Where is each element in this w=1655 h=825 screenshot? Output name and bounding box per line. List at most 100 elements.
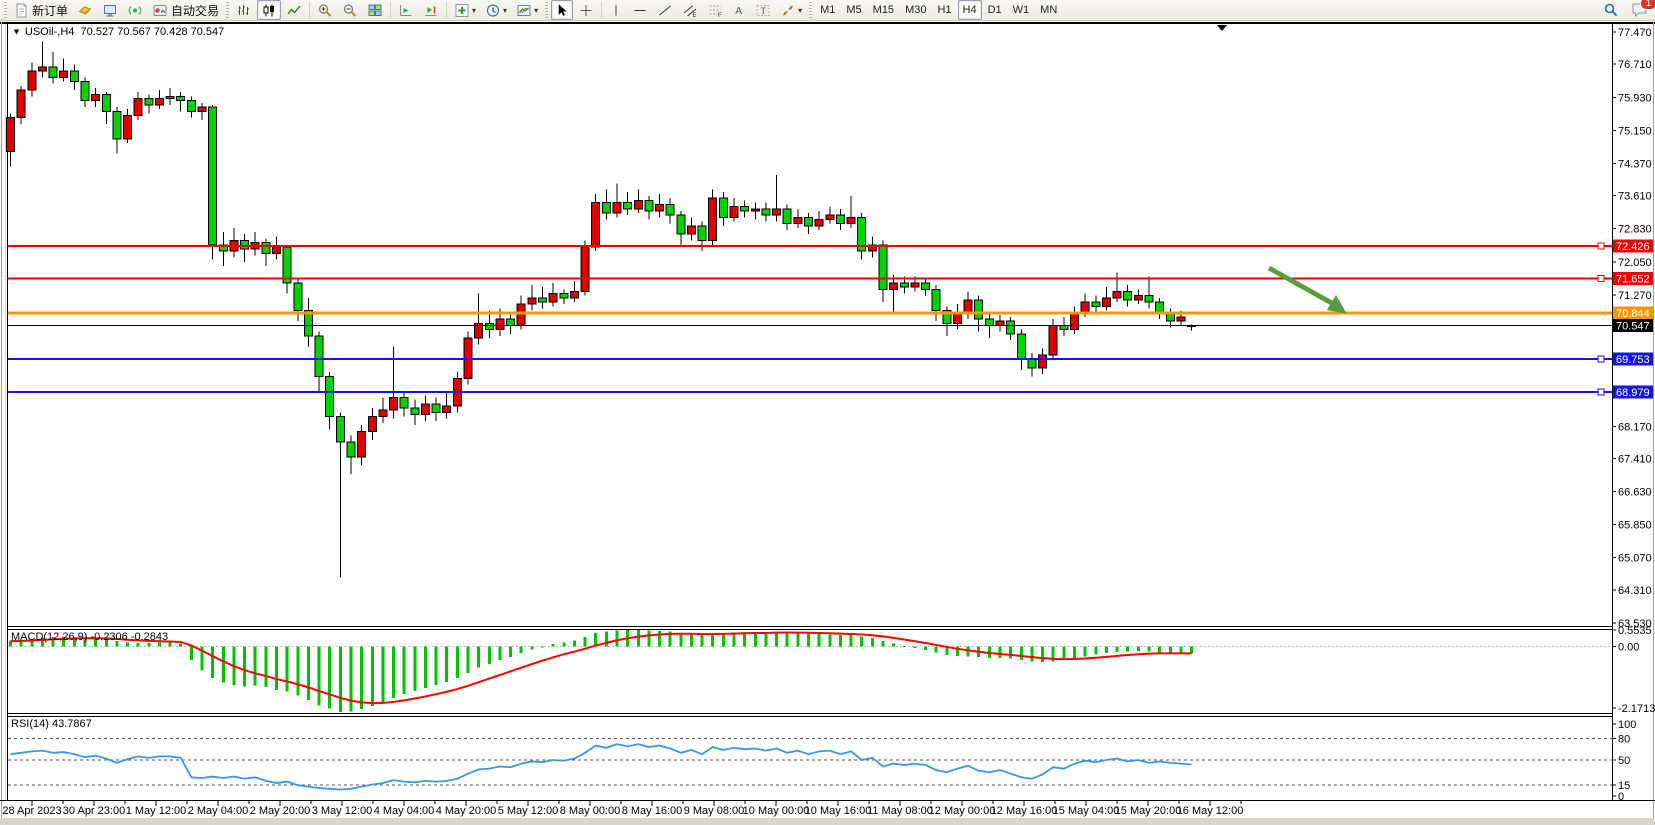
dropdown-triangle-icon[interactable]: ▼ — [12, 27, 21, 37]
horizontal-level-lines[interactable]: 72.42671.65270.84470.54769.75368.979 — [8, 239, 1653, 399]
rsi-indicator-label: RSI(14) 43.7867 — [11, 718, 92, 730]
new-order-label: 新订单 — [32, 2, 68, 19]
timeframe-label: W1 — [1013, 4, 1030, 16]
text-button[interactable]: A — [728, 0, 750, 20]
svg-text:76.710: 76.710 — [1618, 59, 1652, 71]
time-label: 30 Apr 23:00 — [63, 805, 125, 817]
line-handle[interactable] — [1598, 356, 1604, 362]
toolbar-separator — [309, 2, 310, 18]
price-tag-label: 69.753 — [1616, 354, 1650, 366]
price-tag-label: 68.979 — [1616, 387, 1650, 399]
autotrade-button[interactable]: 自动交易 — [148, 0, 223, 20]
horizontal-line-icon — [632, 3, 648, 18]
chart-shift-marker-icon[interactable] — [1217, 25, 1227, 31]
signals-button[interactable] — [123, 0, 147, 20]
time-label: 2 May 20:00 — [250, 805, 311, 817]
yellow-box-icon — [77, 3, 93, 18]
zoom-in-button[interactable] — [313, 0, 337, 20]
fibonacci-icon: F — [707, 3, 723, 18]
trend-arrow-annotation[interactable] — [1269, 268, 1347, 314]
arrows-button[interactable]: ▾ — [776, 0, 806, 20]
terminal-button[interactable] — [98, 0, 122, 20]
toolbar: 新订单 自动交易 — [0, 0, 1655, 21]
symbol-name: USOil-,H4 — [25, 26, 75, 38]
timeframe-m5-button[interactable]: M5 — [841, 0, 866, 20]
timeframe-m15-button[interactable]: M15 — [868, 0, 899, 20]
toolbar-grip[interactable] — [545, 2, 548, 18]
toolbar-grip[interactable] — [809, 2, 812, 18]
timeframe-m30-button[interactable]: M30 — [900, 0, 931, 20]
toolbar-separator — [446, 2, 447, 18]
crosshair-button[interactable] — [574, 0, 598, 20]
timeframe-h4-button[interactable]: H4 — [958, 0, 982, 20]
auto-scroll-button[interactable] — [394, 0, 418, 20]
clock-icon — [485, 3, 501, 18]
line-handle[interactable] — [1598, 243, 1604, 249]
time-label: 2 May 04:00 — [188, 805, 249, 817]
svg-text:A: A — [735, 6, 742, 17]
zoom-out-button[interactable] — [338, 0, 362, 20]
tile-windows-icon — [367, 3, 383, 18]
rsi-panel[interactable]: 1008050150 — [8, 719, 1636, 803]
templates-button[interactable]: ▾ — [512, 0, 542, 20]
svg-text:75.930: 75.930 — [1618, 92, 1652, 104]
timeframe-label: M5 — [846, 4, 861, 16]
time-label: 11 May 08:00 — [867, 805, 933, 817]
text-label-button[interactable]: T — [751, 0, 775, 20]
line-handle[interactable] — [1598, 276, 1604, 282]
timeframe-m1-button[interactable]: M1 — [815, 0, 840, 20]
search-button[interactable] — [1599, 0, 1623, 20]
svg-text:F: F — [718, 13, 722, 18]
time-label: 16 May 12:00 — [1177, 805, 1244, 817]
trendline-icon — [657, 3, 673, 18]
fibonacci-button[interactable]: F — [703, 0, 727, 20]
candlestick-chart-button[interactable] — [257, 0, 281, 20]
new-order-icon — [14, 3, 29, 18]
time-label: 12 May 16:00 — [991, 805, 1058, 817]
time-label: 8 May 00:00 — [560, 805, 621, 817]
timeframe-w1-button[interactable]: W1 — [1008, 0, 1035, 20]
vertical-line-icon — [609, 3, 623, 18]
chart-shift-button[interactable] — [419, 0, 443, 20]
timeframe-mn-button[interactable]: MN — [1035, 0, 1062, 20]
chart-canvas[interactable]: 77.47076.71075.93075.15074.37073.61072.8… — [0, 0, 1655, 825]
toolbar-grip[interactable] — [226, 2, 229, 18]
time-label: 15 May 20:00 — [1115, 805, 1182, 817]
timeframe-d1-button[interactable]: D1 — [983, 0, 1007, 20]
cursor-button[interactable] — [551, 0, 573, 20]
new-order-button[interactable]: 新订单 — [10, 0, 72, 20]
tile-windows-button[interactable] — [363, 0, 387, 20]
svg-text:0.5535: 0.5535 — [1618, 625, 1652, 637]
chart-shift-icon — [423, 3, 439, 18]
time-label: 4 May 04:00 — [374, 805, 435, 817]
notifications-button[interactable]: 1 — [1627, 0, 1653, 20]
svg-text:65.850: 65.850 — [1618, 520, 1652, 532]
price-tag-label: 72.426 — [1616, 241, 1650, 253]
toolbar-grip[interactable] — [4, 2, 7, 18]
vertical-line-button[interactable] — [605, 0, 627, 20]
equidistant-channel-button[interactable]: E — [678, 0, 702, 20]
time-label: 9 May 08:00 — [684, 805, 745, 817]
market-watch-button[interactable] — [73, 0, 97, 20]
timeframe-label: M1 — [820, 4, 835, 16]
window-frame — [0, 22, 1655, 818]
time-axis[interactable]: 28 Apr 202330 Apr 23:001 May 12:002 May … — [2, 801, 1243, 817]
time-label: 10 May 00:00 — [743, 805, 810, 817]
line-chart-button[interactable] — [282, 0, 306, 20]
arrows-icon — [780, 3, 796, 18]
timeframe-h1-button[interactable]: H1 — [932, 0, 956, 20]
horizontal-line-button[interactable] — [628, 0, 652, 20]
zoom-out-icon — [342, 3, 358, 18]
time-label: 5 May 12:00 — [498, 805, 559, 817]
macd-panel[interactable]: 0.55350.00-2.1713 — [8, 625, 1655, 715]
bar-chart-button[interactable] — [232, 0, 256, 20]
indicators-button[interactable]: ▾ — [450, 0, 480, 20]
time-label: 8 May 16:00 — [622, 805, 683, 817]
macd-indicator-label: MACD(12,26,9) -0.2306 -0.2843 — [11, 631, 168, 643]
periods-button[interactable]: ▾ — [481, 0, 511, 20]
svg-text:72.830: 72.830 — [1618, 224, 1652, 236]
line-handle[interactable] — [1598, 389, 1604, 395]
svg-text:75.150: 75.150 — [1618, 125, 1652, 137]
trendline-button[interactable] — [653, 0, 677, 20]
svg-text:E: E — [693, 13, 697, 18]
